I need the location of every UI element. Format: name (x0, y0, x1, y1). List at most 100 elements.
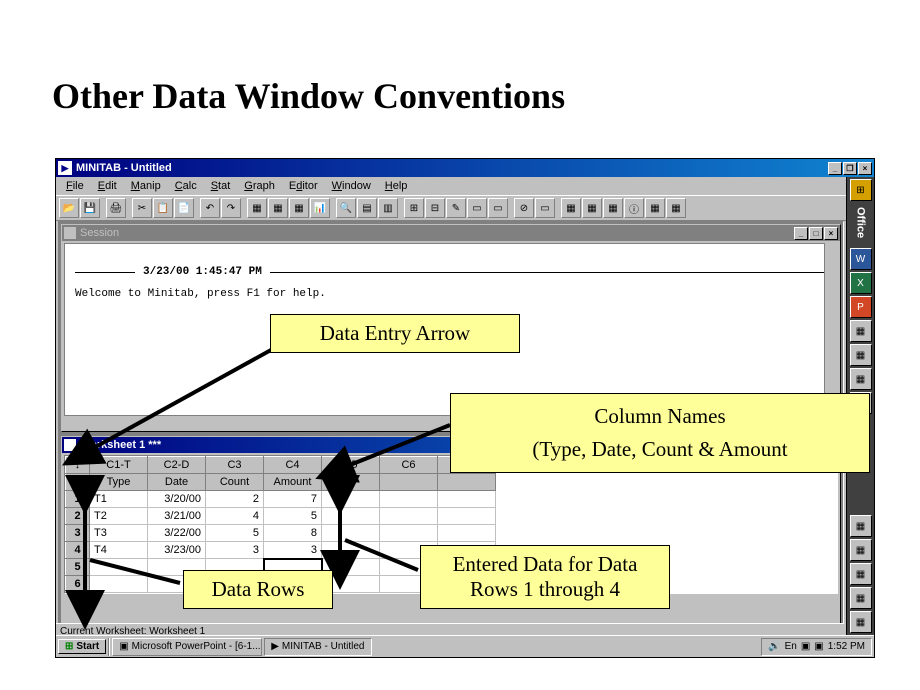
app-icon[interactable]: ▦ (850, 587, 872, 609)
tb-icon[interactable]: 📊 (310, 198, 330, 218)
print-icon[interactable]: 🖨 (106, 198, 126, 218)
row-header[interactable]: 1 (66, 491, 90, 508)
system-tray[interactable]: 🔊 En ▣ ▣ 1:52 PM (761, 638, 872, 656)
copy-icon[interactable]: 📋 (153, 198, 173, 218)
row-header[interactable]: 2 (66, 508, 90, 525)
col-header-c6[interactable]: C6 (380, 457, 438, 474)
redo-icon[interactable]: ↷ (221, 198, 241, 218)
maximize-button[interactable]: ❐ (843, 162, 857, 175)
cell[interactable]: 5 (206, 525, 264, 542)
app-icon[interactable]: ▦ (850, 611, 872, 633)
tb-icon[interactable]: ▤ (357, 198, 377, 218)
cell[interactable]: 3/20/00 (148, 491, 206, 508)
cell[interactable] (90, 576, 148, 593)
app-icon[interactable]: ▦ (850, 368, 872, 390)
menu-manip[interactable]: Manip (125, 179, 167, 193)
app-icon[interactable]: ▦ (850, 539, 872, 561)
tray-icon[interactable]: 🔊 (768, 641, 780, 652)
menu-stat[interactable]: Stat (205, 179, 237, 193)
cell[interactable] (438, 508, 496, 525)
name-row-header[interactable] (66, 474, 90, 491)
tray-icon[interactable]: ▣ (801, 641, 810, 652)
cell[interactable]: 3 (206, 542, 264, 559)
cell[interactable]: T2 (90, 508, 148, 525)
tb-icon[interactable]: ▦ (247, 198, 267, 218)
session-min-button[interactable]: _ (794, 227, 808, 240)
data-entry-arrow[interactable]: ↓ (66, 457, 90, 474)
session-max-button[interactable]: □ (809, 227, 823, 240)
taskbar-item-minitab[interactable]: ▶ MINITAB - Untitled (264, 638, 371, 656)
cell[interactable]: 3/23/00 (148, 542, 206, 559)
find-icon[interactable]: 🔍 (336, 198, 356, 218)
cell[interactable]: 3/22/00 (148, 525, 206, 542)
tb-icon[interactable]: ▭ (535, 198, 555, 218)
menu-edit[interactable]: Edit (92, 179, 123, 193)
cell[interactable]: T4 (90, 542, 148, 559)
col-name-empty[interactable] (380, 474, 438, 491)
row-header[interactable]: 6 (66, 576, 90, 593)
menu-file[interactable]: File (60, 179, 90, 193)
cell[interactable] (380, 525, 438, 542)
cell[interactable]: 5 (264, 508, 322, 525)
menu-graph[interactable]: Graph (238, 179, 281, 193)
row-header[interactable]: 3 (66, 525, 90, 542)
app-icon[interactable]: ▦ (850, 563, 872, 585)
col-header-c2[interactable]: C2-D (148, 457, 206, 474)
cell[interactable] (90, 559, 148, 576)
menu-calc[interactable]: Calc (169, 179, 203, 193)
col-name-date[interactable]: Date (148, 474, 206, 491)
tb-icon[interactable]: ⊟ (425, 198, 445, 218)
col-name-type[interactable]: Type (90, 474, 148, 491)
cell[interactable]: 4 (206, 508, 264, 525)
tb-icon[interactable]: ▦ (582, 198, 602, 218)
cell[interactable] (380, 508, 438, 525)
menu-editor[interactable]: Editor (283, 179, 324, 193)
col-header-c5[interactable]: C5 (322, 457, 380, 474)
app-icon[interactable]: ▦ (850, 320, 872, 342)
tray-icon[interactable]: En (785, 641, 797, 652)
start-button[interactable]: ⊞ Start (58, 639, 106, 654)
cell[interactable] (322, 525, 380, 542)
tb-icon[interactable]: ▦ (289, 198, 309, 218)
cell[interactable] (380, 491, 438, 508)
tb-icon[interactable]: ✎ (446, 198, 466, 218)
cut-icon[interactable]: ✂ (132, 198, 152, 218)
paste-icon[interactable]: 📄 (174, 198, 194, 218)
col-name-empty[interactable] (438, 474, 496, 491)
menu-help[interactable]: Help (379, 179, 414, 193)
col-name-amount[interactable]: Amount (264, 474, 322, 491)
cell[interactable] (322, 508, 380, 525)
session-close-button[interactable]: × (824, 227, 838, 240)
cell[interactable] (438, 491, 496, 508)
tb-icon[interactable]: ⊞ (404, 198, 424, 218)
office-icon[interactable]: ⊞ (850, 179, 872, 201)
minimize-button[interactable]: _ (828, 162, 842, 175)
menu-window[interactable]: Window (326, 179, 377, 193)
tb-icon[interactable]: ▦ (666, 198, 686, 218)
cancel-icon[interactable]: ⊘ (514, 198, 534, 218)
cell[interactable]: 2 (206, 491, 264, 508)
col-name-count[interactable]: Count (206, 474, 264, 491)
app-icon[interactable]: ▦ (850, 515, 872, 537)
cell[interactable]: T3 (90, 525, 148, 542)
tb-icon[interactable]: ▦ (561, 198, 581, 218)
col-header-c3[interactable]: C3 (206, 457, 264, 474)
session-titlebar[interactable]: Session _ □ × (62, 225, 840, 241)
word-icon[interactable]: W (850, 248, 872, 270)
row-header[interactable]: 4 (66, 542, 90, 559)
cell[interactable]: 3 (264, 542, 322, 559)
col-header-c1[interactable]: C1-T (90, 457, 148, 474)
open-icon[interactable]: 📂 (59, 198, 79, 218)
taskbar-item-powerpoint[interactable]: ▣ Microsoft PowerPoint - [6-1... (112, 638, 262, 656)
cell[interactable]: 7 (264, 491, 322, 508)
tb-icon[interactable]: ▦ (645, 198, 665, 218)
col-header-c4[interactable]: C4 (264, 457, 322, 474)
app-icon[interactable]: ▦ (850, 344, 872, 366)
tb-icon[interactable]: ▥ (378, 198, 398, 218)
save-icon[interactable]: 💾 (80, 198, 100, 218)
cell[interactable] (438, 525, 496, 542)
cell[interactable]: 8 (264, 525, 322, 542)
col-name-empty[interactable] (322, 474, 380, 491)
tb-icon[interactable]: ▭ (467, 198, 487, 218)
cell[interactable]: 3/21/00 (148, 508, 206, 525)
